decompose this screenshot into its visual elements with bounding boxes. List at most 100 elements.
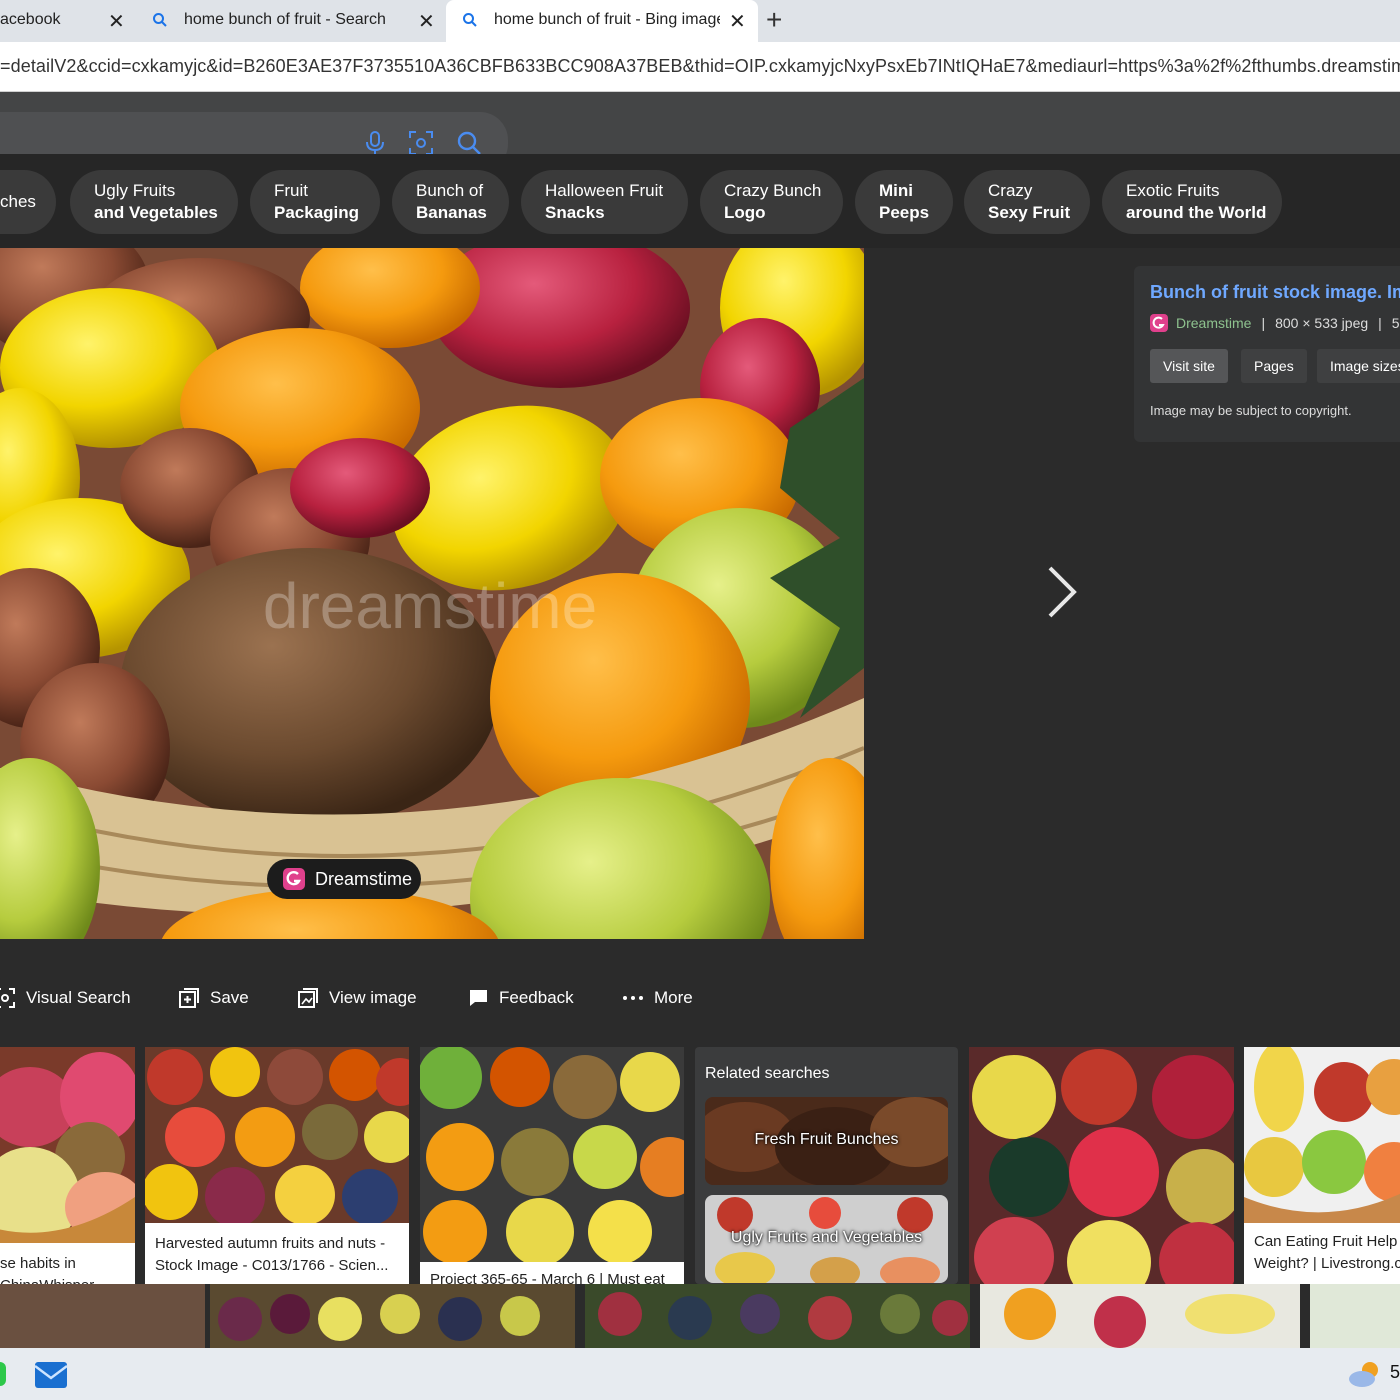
result-caption: Project 365-65 - March 6 | Must eat [430, 1271, 665, 1284]
mail-icon[interactable] [34, 1358, 68, 1390]
chip[interactable]: Exotic Fruits around the World [1102, 170, 1282, 234]
whatsapp-icon[interactable] [0, 1362, 6, 1386]
chip-label: Sexy Fruit [988, 203, 1071, 222]
related-searches-card: Related searches Fresh Fruit Bunches Ugl… [695, 1047, 958, 1284]
chip-label: Bunch of [416, 181, 484, 200]
chip-label: around the World [1126, 203, 1267, 222]
chip-label: Bananas [416, 203, 487, 222]
related-search-label: Ugly Fruits and Vegetables [730, 1229, 923, 1246]
result-caption: ChinaWhisper [0, 1275, 94, 1284]
chip[interactable]: Crazy Bunch Logo [700, 170, 843, 234]
chip-label: Halloween Fruit [545, 181, 664, 200]
source-badge[interactable]: Dreamstime [267, 859, 421, 899]
close-icon[interactable]: ✕ [418, 9, 435, 34]
visit-site-button[interactable]: Visit site [1150, 349, 1228, 383]
chip-label: Mini [879, 181, 913, 200]
chip-label: Exotic Fruits [1126, 181, 1220, 200]
browser-tab-bar: acebook ✕ home bunch of fruit - Search ✕… [0, 0, 1400, 42]
watermark-text: dreamstime [263, 570, 597, 642]
related-search-item[interactable]: Fresh Fruit Bunches [705, 1097, 948, 1185]
chip[interactable]: Halloween Fruit Snacks [521, 170, 688, 234]
action-label: View image [329, 988, 417, 1007]
result-thumbnail-strip [0, 1284, 1400, 1348]
source-badge-label: Dreamstime [315, 868, 413, 889]
tab-label: home bunch of fruit - Bing image [494, 11, 720, 28]
result-caption: se habits in [0, 1255, 76, 1272]
result-caption: Can Eating Fruit Help [1254, 1233, 1398, 1250]
chip-label: Snacks [545, 203, 605, 222]
separator: | [1378, 315, 1382, 331]
weather-icon[interactable] [1348, 1360, 1382, 1388]
chip-label: Fruit [274, 181, 308, 200]
result-card[interactable]: Can Eating Fruit Help Weight? | Livestro… [1244, 1047, 1400, 1284]
close-icon[interactable]: ✕ [729, 9, 746, 34]
result-thumbnail [0, 1047, 135, 1243]
result-caption: Weight? | Livestrong.c [1254, 1255, 1400, 1272]
microphone-icon[interactable] [364, 130, 386, 156]
chip-label: Logo [724, 203, 766, 222]
image-meta: Dreamstime | 800 × 533 jpeg | 5 [1150, 314, 1400, 332]
chip-label: and Vegetables [94, 203, 218, 222]
chip[interactable]: Fruit Packaging [250, 170, 380, 234]
action-label: Save [210, 988, 249, 1007]
chip-label: ches [0, 192, 36, 211]
tab-bing-images[interactable]: home bunch of fruit - Bing image ✕ [446, 0, 758, 42]
chip-label: Crazy [988, 181, 1033, 200]
more-icon [623, 996, 643, 1000]
result-card[interactable]: se habits in ChinaWhisper [0, 1047, 135, 1284]
add-collection-icon [179, 988, 199, 1008]
chip[interactable]: Bunch of Bananas [392, 170, 509, 234]
chevron-right-icon[interactable] [1040, 562, 1084, 622]
image-sizes-button[interactable]: Image sizes [1317, 349, 1400, 383]
related-search-item[interactable]: Ugly Fruits and Vegetables [705, 1195, 948, 1283]
view-image-icon [298, 988, 318, 1008]
copyright-notice: Image may be subject to copyright. [1150, 403, 1352, 418]
search-icon[interactable] [456, 130, 482, 156]
visual-search-icon[interactable] [408, 130, 434, 156]
more-button[interactable]: More [622, 980, 693, 1016]
url-text[interactable]: =detailV2&ccid=cxkamyjc&id=B260E3AE37F37… [0, 56, 1400, 77]
action-label: Feedback [499, 988, 574, 1007]
image-dimensions: 800 × 533 jpeg [1275, 315, 1369, 331]
fruit-photo: dreamstime [0, 248, 864, 939]
chip[interactable]: ches [0, 170, 56, 234]
more-results-strip[interactable] [0, 1284, 1400, 1348]
image-info-panel: Bunch of fruit stock image. Ima Dreamsti… [1134, 266, 1400, 442]
result-card[interactable] [969, 1047, 1234, 1284]
search-icon [153, 13, 167, 27]
chip-label: Ugly Fruits [94, 181, 176, 200]
result-thumbnail [1244, 1047, 1400, 1223]
tab-facebook[interactable]: acebook ✕ [0, 0, 136, 42]
result-caption: Harvested autumn fruits and nuts - [155, 1235, 386, 1252]
new-tab-button[interactable]: + [766, 4, 782, 36]
result-caption: Stock Image - C013/1766 - Scien... [155, 1257, 389, 1274]
dreamstime-logo-icon [1150, 314, 1168, 332]
chip[interactable]: Mini Peeps [855, 170, 953, 234]
feedback-button[interactable]: Feedback [467, 980, 574, 1016]
view-image-button[interactable]: View image [297, 980, 417, 1016]
main-image[interactable]: dreamstime [0, 248, 864, 939]
chip-label: Packaging [274, 203, 360, 222]
chip-label: Crazy Bunch [724, 181, 822, 200]
address-bar[interactable]: =detailV2&ccid=cxkamyjc&id=B260E3AE37F37… [0, 42, 1400, 92]
tab-search[interactable]: home bunch of fruit - Search ✕ [140, 0, 446, 42]
action-label: Visual Search [26, 988, 131, 1007]
result-card[interactable]: Project 365-65 - March 6 | Must eat [420, 1047, 684, 1284]
result-thumbnail [145, 1047, 409, 1223]
visual-search-icon [0, 988, 15, 1008]
visual-search-button[interactable]: Visual Search [0, 980, 131, 1016]
chip[interactable]: Ugly Fruits and Vegetables [70, 170, 238, 234]
separator: | [1261, 315, 1266, 331]
close-icon[interactable]: ✕ [108, 9, 125, 34]
related-search-label: Fresh Fruit Bunches [754, 1131, 899, 1148]
pages-button[interactable]: Pages [1241, 349, 1307, 383]
chip[interactable]: Crazy Sexy Fruit [964, 170, 1090, 234]
image-title-link[interactable]: Bunch of fruit stock image. Ima [1150, 282, 1400, 303]
search-area [0, 92, 1400, 172]
result-card[interactable]: Harvested autumn fruits and nuts - Stock… [145, 1047, 409, 1284]
meta-extra: 5 [1391, 315, 1400, 331]
chip-label: Peeps [879, 203, 930, 222]
result-thumbnail [969, 1047, 1234, 1284]
source-name[interactable]: Dreamstime [1176, 315, 1251, 331]
save-button[interactable]: Save [178, 980, 249, 1016]
